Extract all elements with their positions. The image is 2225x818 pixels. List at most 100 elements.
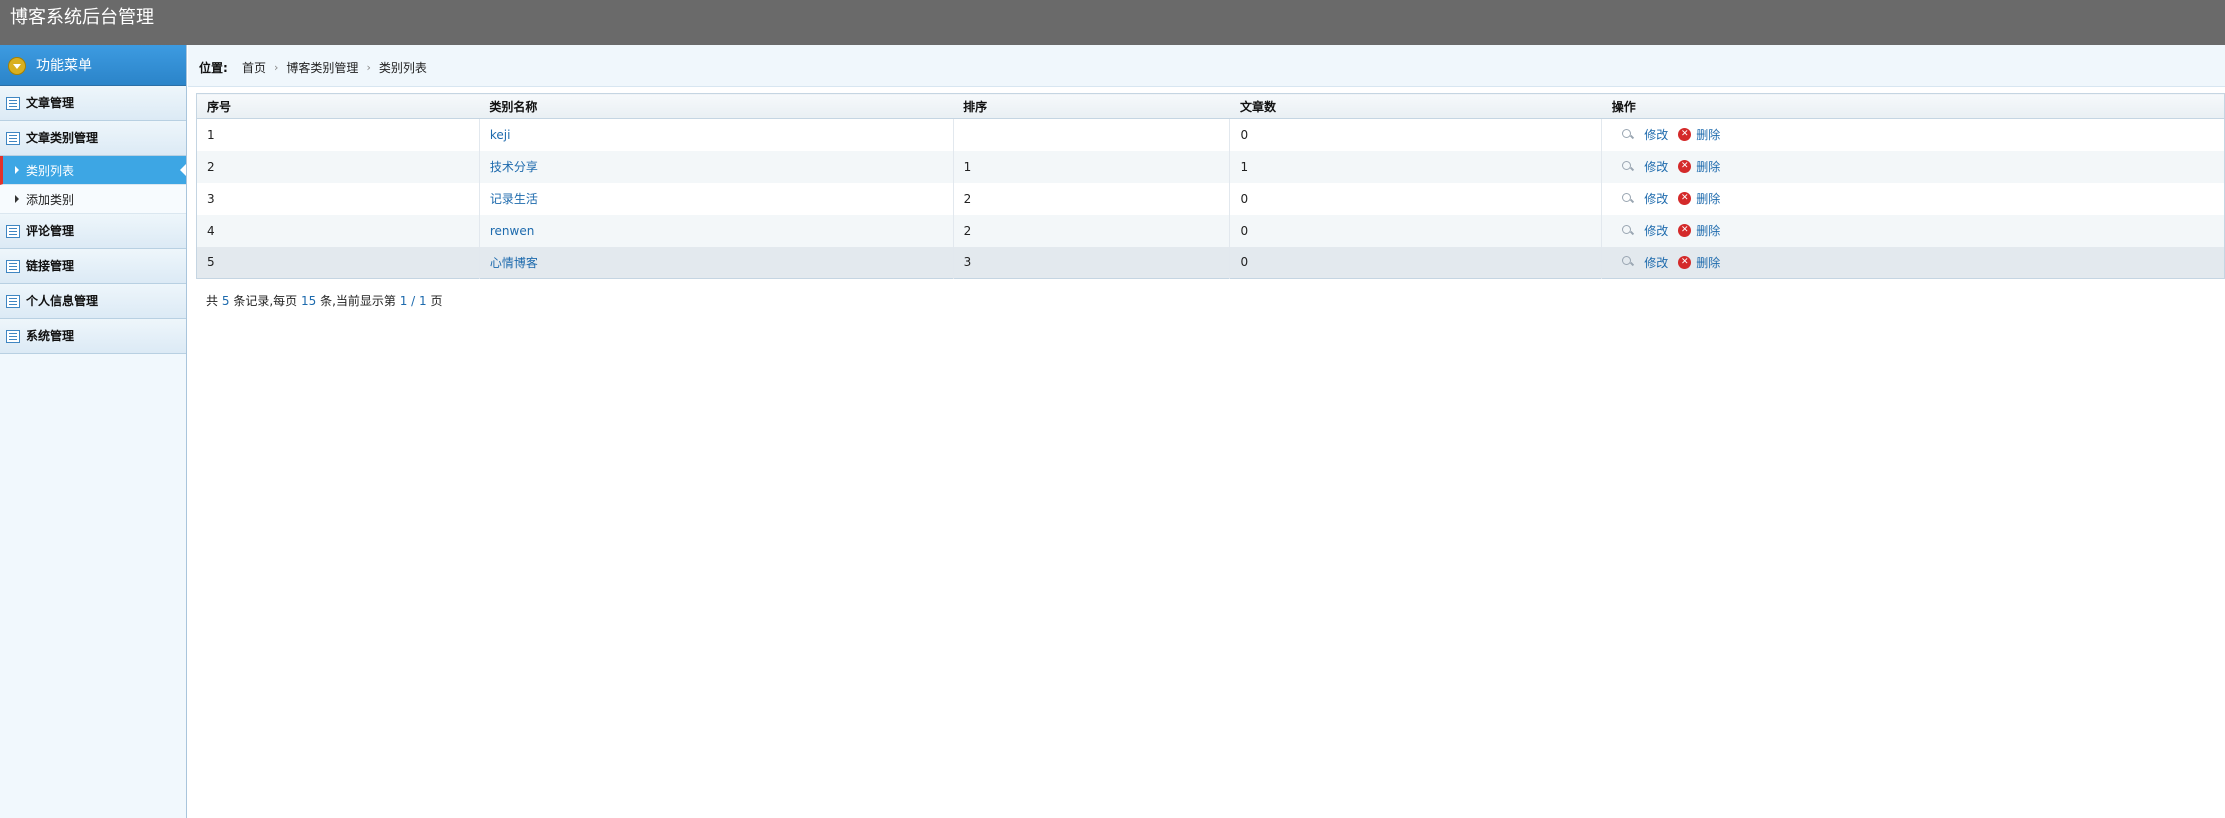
cell-order: 2 — [953, 182, 1231, 215]
delete-icon: ✕ — [1678, 128, 1692, 142]
pager-records-per: 条记录,每页 — [233, 294, 298, 308]
magnifier-icon — [1622, 128, 1634, 141]
edit-icon — [6, 295, 20, 308]
col-header-actions: 操作 — [1601, 93, 2225, 119]
arrow-right-icon — [15, 166, 19, 174]
delete-link[interactable]: 删除 — [1696, 126, 1720, 143]
list-icon — [6, 97, 20, 110]
delete-icon: ✕ — [1678, 160, 1692, 173]
delete-icon: ✕ — [1678, 224, 1692, 237]
cell-count: 0 — [1229, 246, 1603, 279]
sidebar-item-category-list[interactable]: 类别列表 — [0, 156, 186, 185]
cell-count: 0 — [1229, 118, 1603, 151]
breadcrumb-home[interactable]: 首页 — [242, 59, 266, 76]
sidebar: 功能菜单 文章管理 文章类别管理 类别列表 添加类别 评论管理 链接管理 个人信… — [0, 45, 187, 818]
table-row: 4 renwen 2 0 修改 ✕ 删除 — [196, 214, 2225, 247]
sidebar-group-system[interactable]: 系统管理 — [0, 319, 186, 354]
pager-prefix: 共 — [206, 294, 219, 308]
pager-per-page: 15 — [300, 294, 317, 308]
breadcrumb-lead: 位置: — [199, 61, 228, 75]
sidebar-group-label: 个人信息管理 — [26, 294, 99, 308]
cell-order: 1 — [953, 150, 1231, 183]
list-icon — [6, 330, 20, 343]
breadcrumb-category-list[interactable]: 类别列表 — [379, 59, 427, 76]
table-row: 1 keji 0 修改 ✕ 删除 — [196, 118, 2225, 151]
chevron-right-icon: › — [274, 61, 279, 74]
category-name-link[interactable]: renwen — [490, 224, 534, 238]
sidebar-group-label: 文章管理 — [26, 96, 75, 110]
sidebar-group-categories[interactable]: 文章类别管理 — [0, 121, 186, 156]
sidebar-item-label: 添加类别 — [26, 193, 75, 207]
magnifier-icon — [1622, 192, 1634, 205]
arrow-right-icon — [15, 195, 19, 203]
delete-link[interactable]: 删除 — [1696, 254, 1720, 271]
calendar-icon — [6, 132, 20, 145]
cell-actions: 修改 ✕ 删除 — [1602, 183, 2225, 215]
edit-link[interactable]: 修改 — [1644, 190, 1668, 207]
pager-total: 5 — [221, 294, 230, 308]
sidebar-group-links[interactable]: 链接管理 — [0, 249, 186, 284]
col-header-count: 文章数 — [1229, 93, 1602, 119]
header-bar: 博客系统后台管理 — [0, 0, 2225, 45]
cell-name: 技术分享 — [479, 150, 954, 183]
pager-current-text: 条,当前显示第 — [320, 294, 396, 308]
sidebar-item-add-category[interactable]: 添加类别 — [0, 185, 186, 214]
cell-id: 3 — [196, 182, 480, 215]
col-header-id: 序号 — [196, 93, 480, 119]
sidebar-group-comments[interactable]: 评论管理 — [0, 214, 186, 249]
sidebar-group-label: 系统管理 — [26, 329, 75, 343]
delete-link[interactable]: 删除 — [1696, 222, 1720, 239]
category-name-link[interactable]: 技术分享 — [490, 160, 538, 174]
sidebar-group-profile[interactable]: 个人信息管理 — [0, 284, 186, 319]
sidebar-group-label: 评论管理 — [26, 224, 75, 238]
sidebar-group-label: 文章类别管理 — [26, 131, 99, 145]
cell-order: 2 — [953, 214, 1231, 247]
breadcrumb-category-manage[interactable]: 博客类别管理 — [286, 59, 358, 76]
cell-name: renwen — [479, 214, 954, 247]
delete-link[interactable]: 删除 — [1696, 190, 1720, 207]
cell-count: 1 — [1229, 150, 1603, 183]
magnifier-icon — [1622, 224, 1634, 237]
cell-name: 记录生活 — [479, 182, 954, 215]
sidebar-group-articles[interactable]: 文章管理 — [0, 86, 186, 121]
chevron-down-icon — [8, 57, 26, 75]
edit-link[interactable]: 修改 — [1644, 126, 1668, 143]
magnifier-icon — [1622, 160, 1634, 173]
category-name-link[interactable]: 心情博客 — [490, 256, 538, 270]
category-name-link[interactable]: keji — [490, 128, 511, 142]
cell-id: 1 — [196, 118, 480, 151]
magnifier-icon — [1622, 256, 1634, 268]
cell-actions: 修改 ✕ 删除 — [1601, 214, 2225, 247]
cell-id: 2 — [196, 150, 480, 183]
main-content: 位置: 首页 › 博客类别管理 › 类别列表 序号 类别名称 排序 文章数 操作 — [188, 45, 2225, 818]
table-row: 2 技术分享 1 1 修改 ✕ 删除 — [196, 150, 2225, 183]
sidebar-group-label: 链接管理 — [26, 259, 75, 273]
list-icon — [6, 260, 20, 273]
cell-actions: 修改 ✕ 删除 — [1601, 150, 2225, 183]
col-header-name: 类别名称 — [479, 93, 954, 119]
edit-link[interactable]: 修改 — [1644, 158, 1668, 175]
app-title: 博客系统后台管理 — [10, 7, 154, 28]
category-name-link[interactable]: 记录生活 — [490, 192, 538, 206]
table-row: 3 记录生活 2 0 修改 ✕ 删除 — [196, 182, 2225, 215]
cell-order — [953, 118, 1231, 151]
table-header-row: 序号 类别名称 排序 文章数 操作 — [196, 93, 2225, 119]
delete-link[interactable]: 删除 — [1696, 158, 1720, 175]
sidebar-item-label: 类别列表 — [26, 164, 75, 178]
edit-link[interactable]: 修改 — [1644, 254, 1668, 271]
edit-link[interactable]: 修改 — [1644, 222, 1668, 239]
delete-icon: ✕ — [1678, 192, 1692, 205]
col-header-order: 排序 — [953, 93, 1230, 119]
pager-current: 1 / 1 — [399, 294, 427, 308]
cell-count: 0 — [1229, 214, 1603, 247]
delete-icon: ✕ — [1678, 255, 1692, 269]
table-row: 5 心情博客 3 0 修改 ✕ 删除 — [196, 246, 2225, 279]
cell-order: 3 — [953, 246, 1231, 279]
menu-header[interactable]: 功能菜单 — [0, 45, 186, 86]
cell-id: 4 — [196, 214, 480, 247]
comment-icon — [6, 225, 20, 238]
chevron-right-icon: › — [366, 61, 371, 74]
pagination-info: 共 5 条记录,每页 15 条,当前显示第 1 / 1 页 — [206, 292, 443, 309]
cell-name: 心情博客 — [479, 246, 954, 279]
cell-name: keji — [479, 118, 954, 151]
